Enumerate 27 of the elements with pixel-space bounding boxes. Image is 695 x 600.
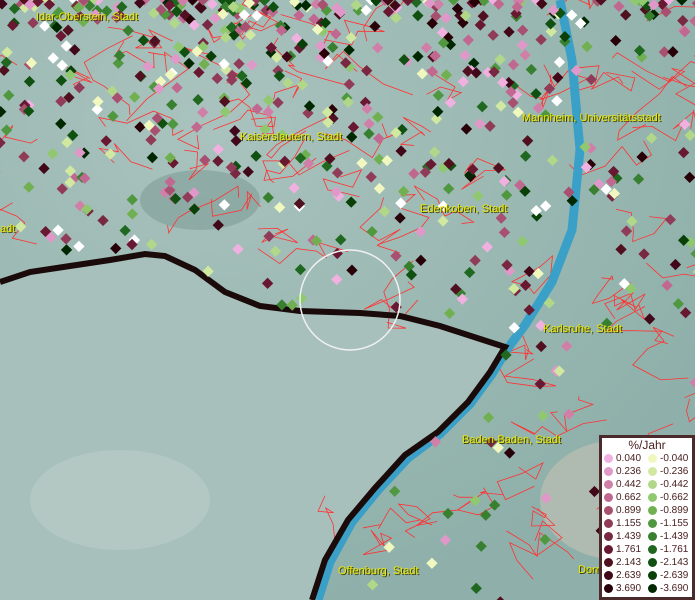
legend-value: -1.155 xyxy=(660,518,688,528)
legend-value: 2.639 xyxy=(616,570,642,580)
legend-value: 1.155 xyxy=(616,518,642,528)
legend-title: %/Jahr xyxy=(627,438,667,452)
place-label: Dorr xyxy=(578,565,600,576)
legend-value: -1.439 xyxy=(660,532,688,542)
legend-value: -0.040 xyxy=(660,454,688,464)
legend-value: -0.236 xyxy=(660,466,688,476)
legend-value: -3.690 xyxy=(660,584,688,594)
place-label: adt xyxy=(0,224,16,235)
legend-value: -2.639 xyxy=(660,570,688,580)
legend-value: -0.662 xyxy=(660,492,688,502)
place-label: Edenkoben, Stadt xyxy=(420,204,508,215)
legend-value: -0.442 xyxy=(660,480,688,490)
legend-value: 0.662 xyxy=(616,492,642,502)
legend-value: 1.761 xyxy=(616,544,642,554)
legend-value: 0.899 xyxy=(616,506,642,516)
legend-value: 1.439 xyxy=(616,532,642,542)
legend-value: -0.899 xyxy=(660,506,688,516)
legend-value: 2.143 xyxy=(616,558,642,568)
legend-value: 0.040 xyxy=(616,454,642,464)
legend-value: 0.236 xyxy=(616,466,642,476)
legend-value: -1.761 xyxy=(660,544,688,554)
legend-value: -2.143 xyxy=(660,558,688,568)
place-label: Offenburg, Stadt xyxy=(338,566,419,577)
legend-value: 3.690 xyxy=(616,584,642,594)
legend-value: 0.442 xyxy=(616,480,642,490)
